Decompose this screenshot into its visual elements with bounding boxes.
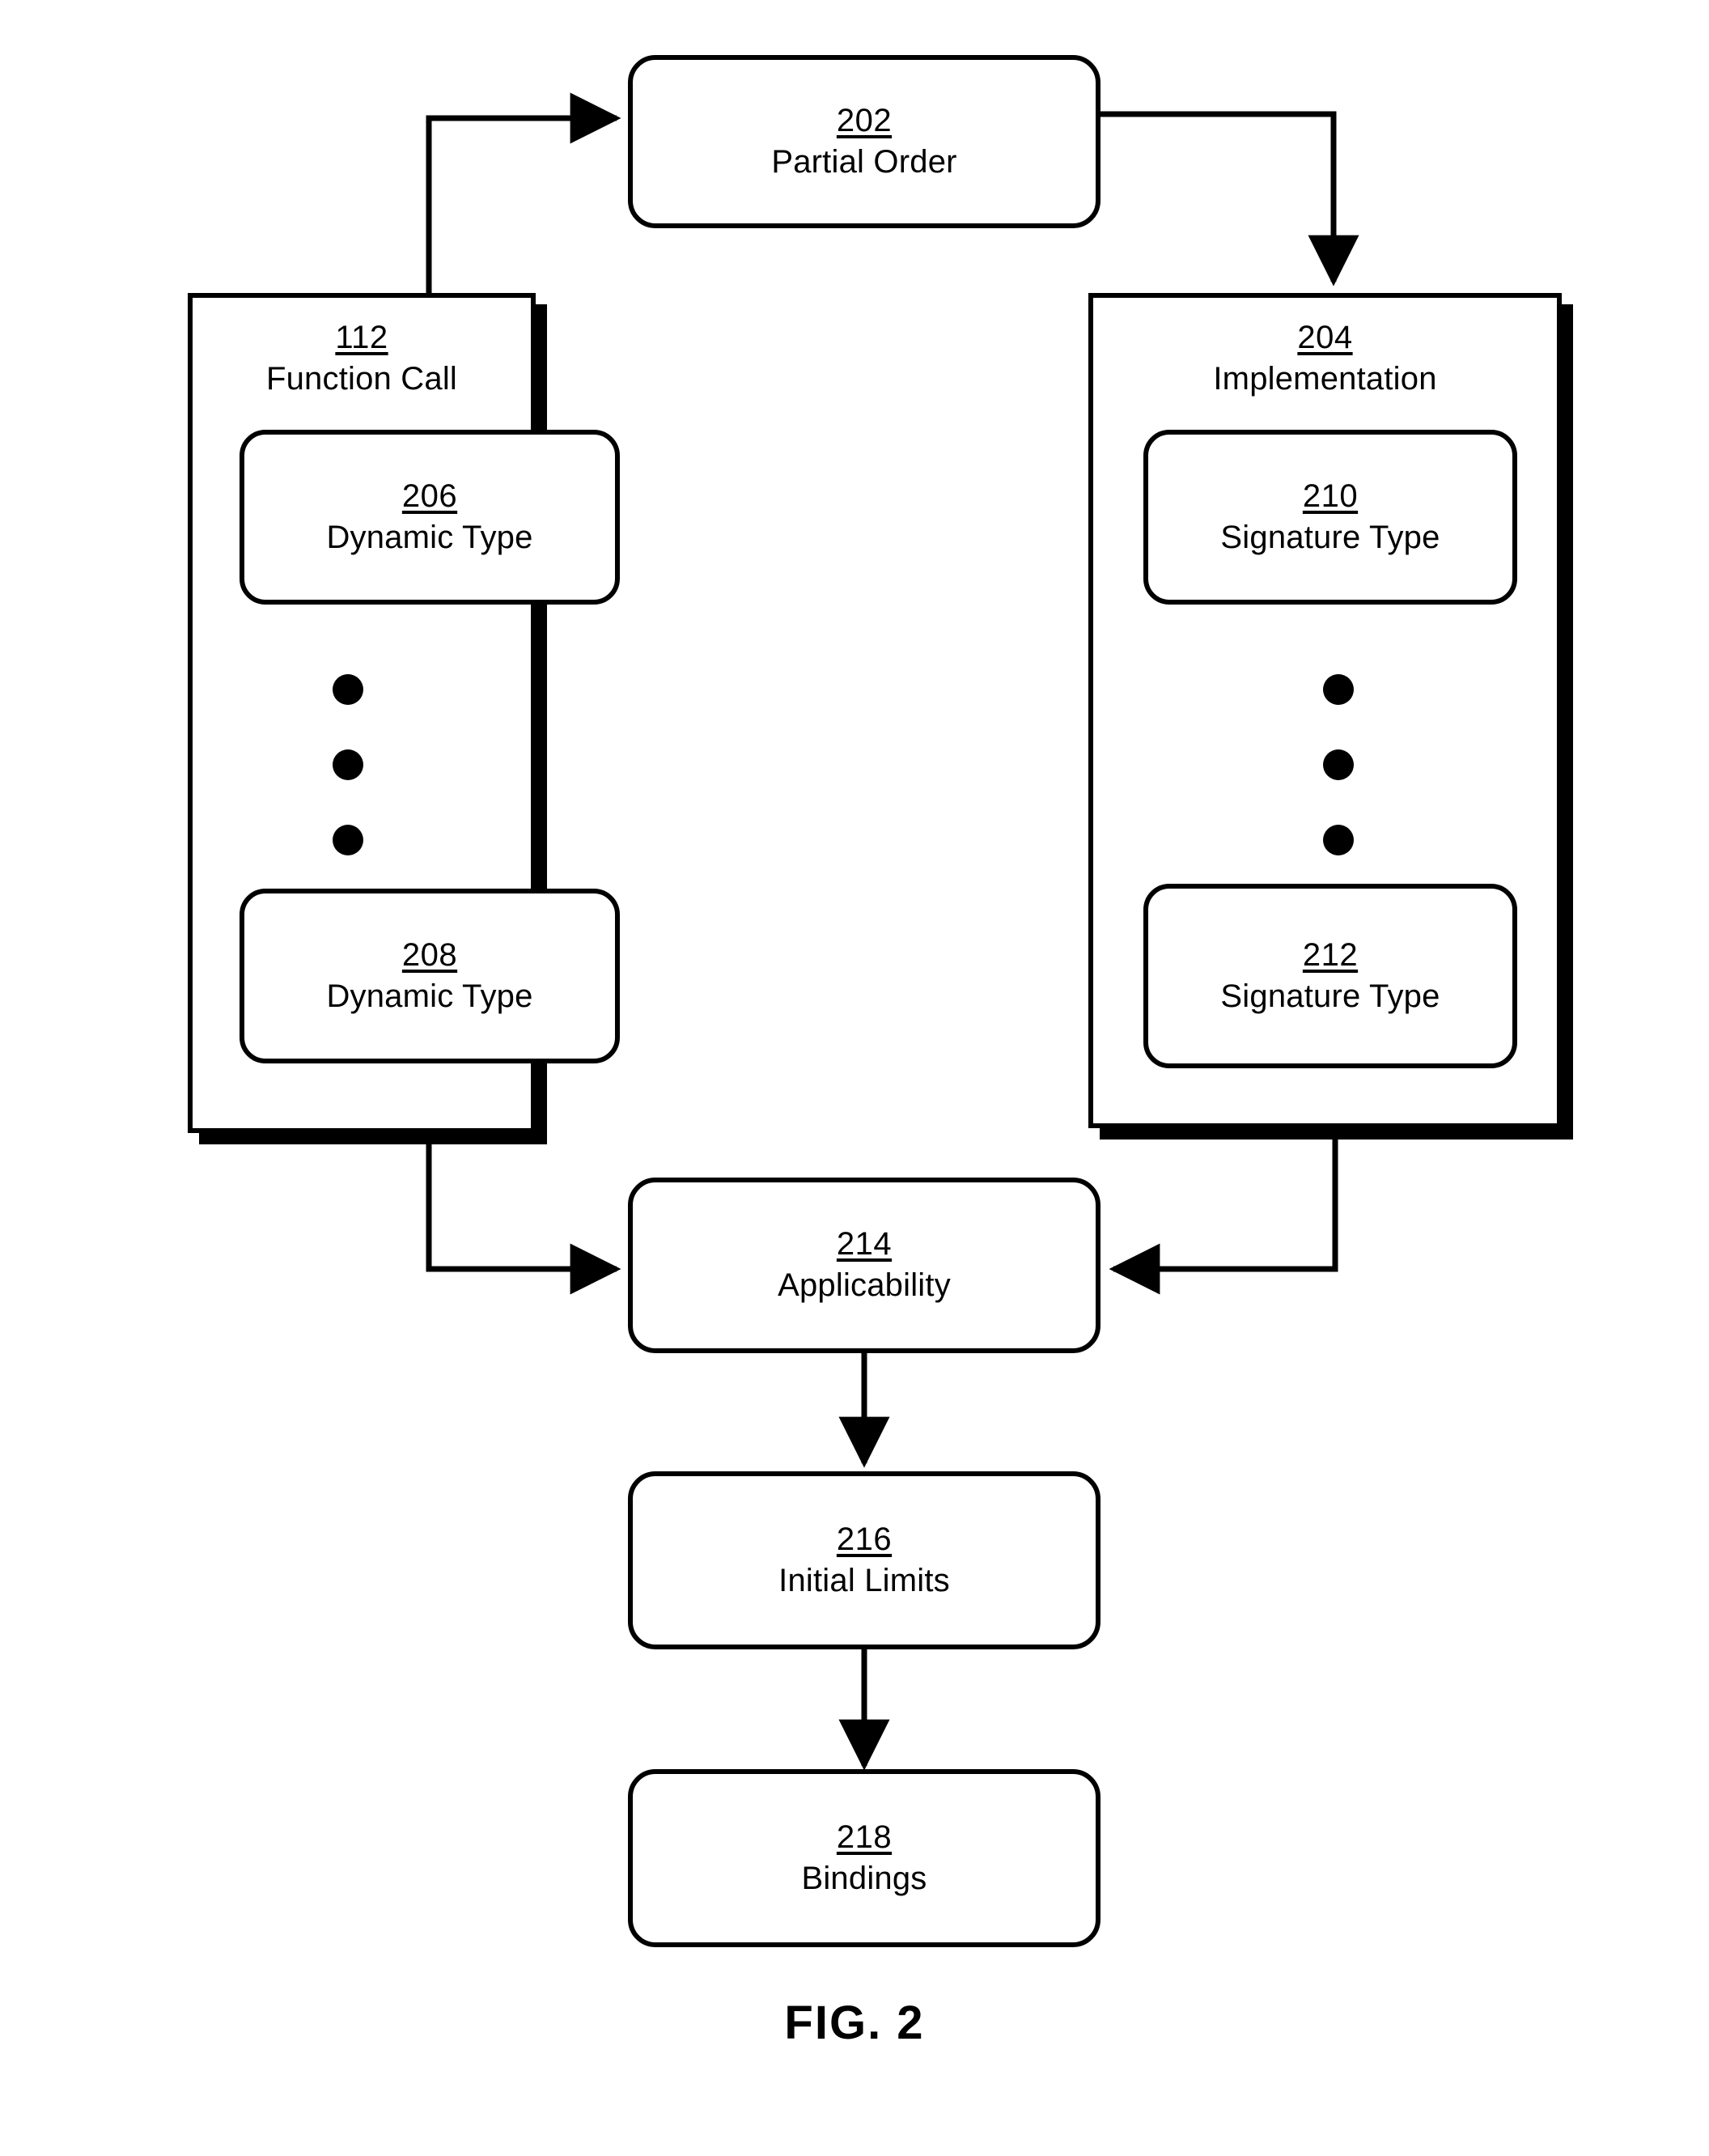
ellipsis-dot bbox=[333, 825, 363, 855]
figure-caption: FIG. 2 bbox=[784, 1997, 925, 2049]
ellipsis-dot bbox=[1323, 749, 1354, 780]
node-applicability[interactable]: 214 Applicability bbox=[628, 1178, 1100, 1353]
node-signature-type-last-label: Signature Type bbox=[1220, 978, 1440, 1014]
container-implementation[interactable]: 204 Implementation 210 Signature Type 21… bbox=[1088, 293, 1562, 1128]
node-signature-type-first[interactable]: 210 Signature Type bbox=[1143, 430, 1517, 605]
ellipsis-dynamic-types bbox=[333, 674, 363, 855]
container-implementation-header: 204 Implementation bbox=[1093, 319, 1557, 399]
edge-function-call-to-applicability bbox=[426, 1133, 621, 1295]
node-bindings[interactable]: 218 Bindings bbox=[628, 1769, 1100, 1947]
container-function-call[interactable]: 112 Function Call 206 Dynamic Type 208 D… bbox=[188, 293, 620, 1133]
node-partial-order-ref: 202 bbox=[836, 102, 893, 138]
ellipsis-dot bbox=[1323, 825, 1354, 855]
edge-partial-order-to-implementation bbox=[1100, 111, 1359, 286]
node-initial-limits-label: Initial Limits bbox=[778, 1562, 950, 1598]
node-dynamic-type-last-label: Dynamic Type bbox=[326, 978, 533, 1014]
ellipsis-dot bbox=[1323, 674, 1354, 705]
ellipsis-dot bbox=[333, 749, 363, 780]
node-dynamic-type-last-ref: 208 bbox=[401, 936, 458, 973]
edge-implementation-to-applicability bbox=[1109, 1128, 1338, 1295]
node-bindings-ref: 218 bbox=[836, 1819, 893, 1855]
container-function-call-header: 112 Function Call bbox=[193, 319, 531, 399]
patent-figure-2: 202 Partial Order 112 Function Call 206 … bbox=[0, 0, 1709, 2156]
ellipsis-signature-types bbox=[1323, 674, 1354, 855]
node-initial-limits-ref: 216 bbox=[836, 1521, 893, 1557]
container-function-call-label: Function Call bbox=[265, 361, 458, 397]
container-implementation-label: Implementation bbox=[1213, 361, 1437, 397]
node-signature-type-last-ref: 212 bbox=[1302, 936, 1359, 973]
edge-function-call-to-partial-order bbox=[426, 92, 621, 293]
node-applicability-label: Applicability bbox=[778, 1267, 951, 1304]
container-function-call-ref: 112 bbox=[335, 320, 388, 355]
node-initial-limits[interactable]: 216 Initial Limits bbox=[628, 1471, 1100, 1649]
node-signature-type-last[interactable]: 212 Signature Type bbox=[1143, 884, 1517, 1068]
node-applicability-ref: 214 bbox=[836, 1226, 893, 1262]
node-signature-type-first-label: Signature Type bbox=[1220, 519, 1440, 555]
node-bindings-label: Bindings bbox=[801, 1860, 927, 1896]
edge-initial-limits-to-bindings-guide bbox=[864, 1649, 1673, 1766]
node-signature-type-first-ref: 210 bbox=[1302, 477, 1359, 514]
node-dynamic-type-first[interactable]: 206 Dynamic Type bbox=[240, 430, 620, 605]
container-implementation-ref: 204 bbox=[1297, 320, 1353, 355]
node-partial-order-label: Partial Order bbox=[771, 143, 957, 180]
node-dynamic-type-last[interactable]: 208 Dynamic Type bbox=[240, 889, 620, 1063]
ellipsis-dot bbox=[333, 674, 363, 705]
node-partial-order[interactable]: 202 Partial Order bbox=[628, 55, 1100, 228]
node-dynamic-type-first-ref: 206 bbox=[401, 477, 458, 514]
node-dynamic-type-first-label: Dynamic Type bbox=[326, 519, 533, 555]
